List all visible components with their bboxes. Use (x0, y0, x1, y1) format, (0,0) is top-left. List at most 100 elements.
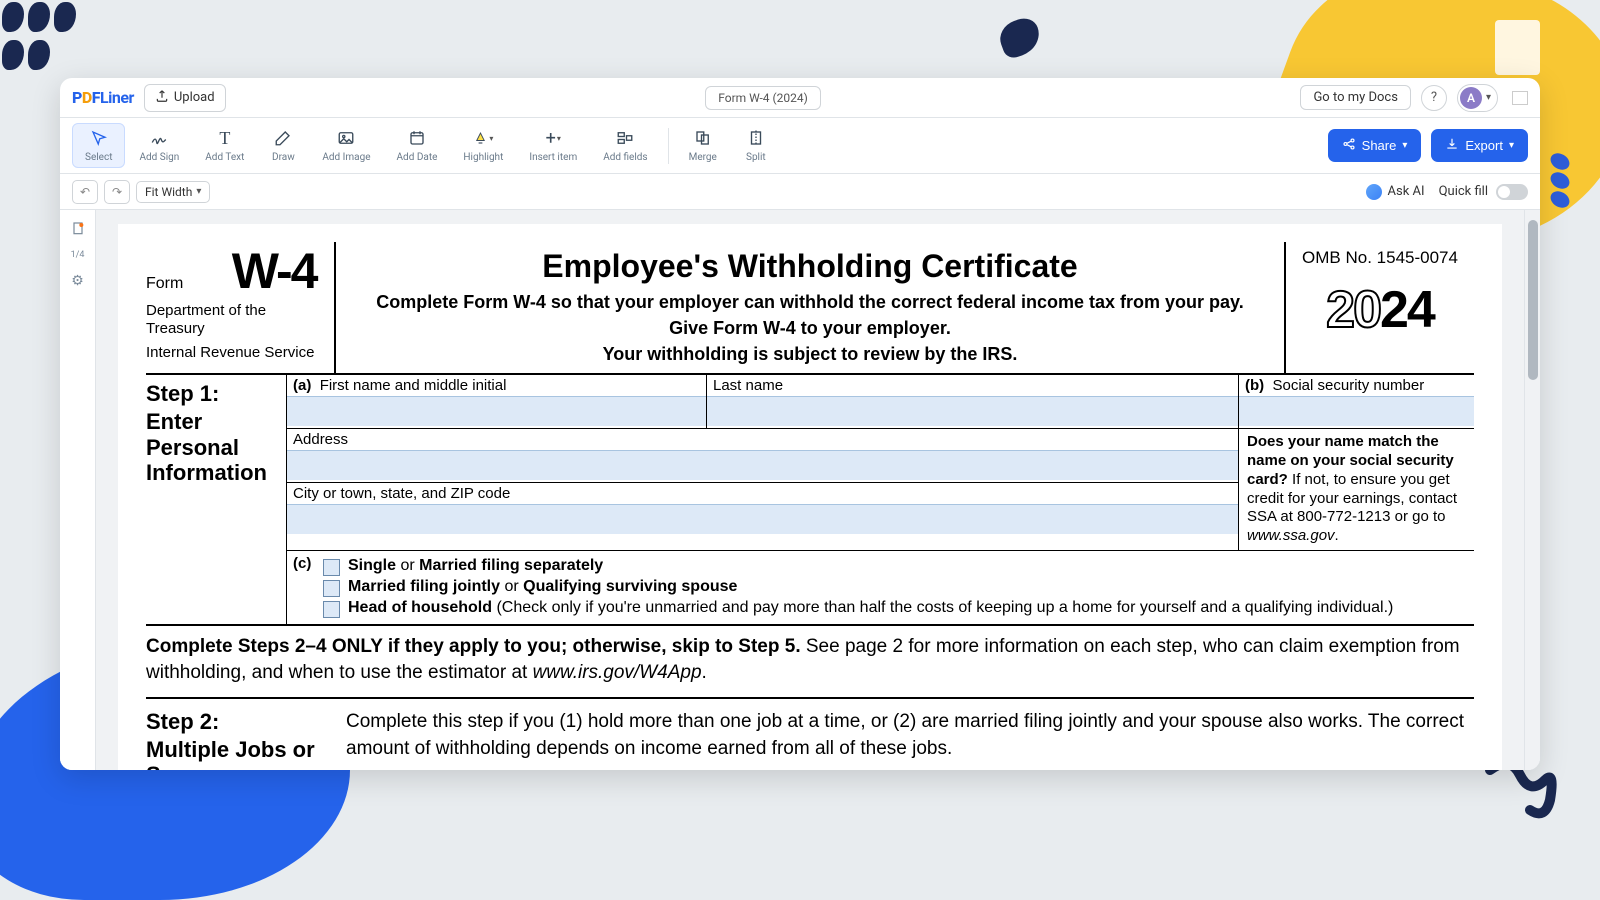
address-column: Address City or town, state, and ZIP cod… (287, 429, 1239, 550)
export-button[interactable]: Export ▾ (1431, 129, 1528, 162)
share-icon (1342, 137, 1356, 154)
document-viewport[interactable]: Form W-4 Department of the Treasury Inte… (96, 210, 1524, 770)
zoom-select[interactable]: Fit Width ▾ (136, 181, 210, 203)
tool-add-text[interactable]: T Add Text (193, 124, 256, 167)
tool-add-fields[interactable]: Add fields (591, 124, 659, 167)
scroll-thumb[interactable] (1528, 220, 1538, 380)
goto-docs-button[interactable]: Go to my Docs (1300, 85, 1411, 110)
steps-note: Complete Steps 2–4 ONLY if they apply to… (146, 626, 1474, 699)
dept-line1: Department of the Treasury (146, 302, 328, 338)
vertical-scrollbar[interactable] (1524, 210, 1540, 770)
checkbox-single[interactable] (323, 559, 340, 576)
checkbox-married[interactable] (323, 580, 340, 597)
ai-icon (1366, 184, 1382, 200)
undo-button[interactable]: ↶ (72, 180, 98, 204)
tool-add-date[interactable]: Add Date (385, 124, 450, 167)
tool-select[interactable]: Select (72, 123, 125, 168)
row-address: Address City or town, state, and ZIP cod… (287, 429, 1474, 550)
ssn-field: (b) Social security number (1239, 375, 1474, 428)
calendar-icon (407, 128, 427, 148)
toggle-switch[interactable] (1496, 184, 1528, 200)
step2-section: Step 2: Multiple Jobs or Spouse Complete… (146, 699, 1474, 770)
city-field: City or town, state, and ZIP code (287, 483, 1238, 536)
last-name-input[interactable] (707, 396, 1238, 426)
chevron-down-icon: ▾ (196, 186, 201, 197)
bg-doc-icon (1495, 20, 1540, 75)
address-field: Address (287, 429, 1238, 483)
toolbar-separator (668, 128, 669, 164)
step1-fields: (a) First name and middle initial Last n… (286, 375, 1474, 624)
signature-icon (149, 128, 169, 148)
form-year: 2024 (1286, 280, 1474, 340)
download-icon (1445, 137, 1459, 154)
subbar: ↶ ↷ Fit Width ▾ Ask AI Quick fill (60, 174, 1540, 210)
omb-number: OMB No. 1545-0074 (1286, 248, 1474, 268)
quick-fill-toggle[interactable]: Quick fill (1439, 184, 1528, 200)
header-bar: PDFLiner Upload Form W-4 (2024) Go to my… (60, 78, 1540, 118)
share-button[interactable]: Share ▾ (1328, 129, 1422, 162)
highlight-icon: ▾ (473, 128, 493, 148)
bg-blob-blue-side (1550, 150, 1580, 200)
split-icon (746, 128, 766, 148)
filing-single-option: Single or Married filing separately (323, 557, 1468, 576)
settings-icon[interactable]: ⚙ (69, 272, 87, 290)
step2-body: Complete this step if you (1) hold more … (346, 709, 1474, 770)
step1-label: Step 1: Enter Personal Information (146, 375, 286, 624)
redo-button[interactable]: ↷ (104, 180, 130, 204)
ask-ai-button[interactable]: Ask AI (1366, 184, 1425, 200)
row-c-filing-status: (c) Single or Married filing separately … (287, 550, 1474, 624)
address-input[interactable] (287, 450, 1238, 480)
pages-panel-icon[interactable] (69, 220, 87, 238)
city-input[interactable] (287, 504, 1238, 534)
chevron-down-icon: ▾ (1509, 140, 1514, 151)
chevron-down-icon: ▾ (1402, 140, 1407, 151)
upload-icon (155, 89, 169, 107)
user-menu[interactable]: A ▾ (1457, 84, 1498, 112)
tool-highlight[interactable]: ▾ Highlight (451, 124, 515, 167)
page-indicator: 1/4 (71, 250, 85, 260)
logo[interactable]: PDFLiner (72, 88, 134, 107)
cursor-icon (89, 128, 109, 148)
tool-add-sign[interactable]: Add Sign (127, 124, 191, 167)
tool-merge[interactable]: Merge (677, 124, 729, 167)
content-area: 1/4 ⚙ Form W-4 Department of the Treasur… (60, 210, 1540, 770)
form-title: Employee's Withholding Certificate (354, 248, 1266, 285)
document-title-badge[interactable]: Form W-4 (2024) (705, 86, 821, 110)
fields-icon (615, 128, 635, 148)
avatar: A (1460, 87, 1482, 109)
checkbox-hoh[interactable] (323, 601, 340, 618)
ssn-note: Does your name match the name on your so… (1239, 429, 1474, 550)
plus-icon: +▾ (543, 128, 563, 148)
first-name-input[interactable] (287, 396, 706, 426)
document-page: Form W-4 Department of the Treasury Inte… (118, 224, 1502, 770)
tool-draw[interactable]: Draw (258, 124, 308, 167)
filing-hoh-option: Head of household (Check only if you're … (323, 599, 1468, 618)
tool-split[interactable]: Split (731, 124, 781, 167)
bg-blob-navy-dot (995, 14, 1045, 61)
pencil-icon (273, 128, 293, 148)
form-header-left: Form W-4 Department of the Treasury Inte… (146, 242, 336, 373)
ssn-input[interactable] (1239, 396, 1474, 426)
left-rail: 1/4 ⚙ (60, 210, 96, 770)
upload-button[interactable]: Upload (144, 84, 226, 112)
help-button[interactable]: ? (1421, 85, 1447, 111)
tool-add-image[interactable]: Add Image (310, 124, 382, 167)
step2-label: Step 2: Multiple Jobs or Spouse (146, 709, 346, 770)
text-icon: T (215, 128, 235, 148)
row-a: (a) First name and middle initial Last n… (287, 375, 1474, 429)
tool-insert-item[interactable]: +▾ Insert item (517, 124, 589, 167)
filing-married-option: Married filing jointly or Qualifying sur… (323, 578, 1468, 597)
first-name-field: (a) First name and middle initial (287, 375, 707, 428)
app-window: PDFLiner Upload Form W-4 (2024) Go to my… (60, 78, 1540, 770)
window-control[interactable] (1512, 91, 1528, 105)
form-header: Form W-4 Department of the Treasury Inte… (146, 242, 1474, 375)
chevron-down-icon: ▾ (1486, 92, 1491, 103)
form-header-center: Employee's Withholding Certificate Compl… (336, 242, 1284, 373)
last-name-field: Last name (707, 375, 1239, 428)
merge-icon (693, 128, 713, 148)
form-header-right: OMB No. 1545-0074 2024 (1284, 242, 1474, 373)
toolbar: Select Add Sign T Add Text Draw Add Imag… (60, 118, 1540, 174)
upload-label: Upload (174, 90, 215, 105)
dept-line2: Internal Revenue Service (146, 344, 328, 362)
image-icon (336, 128, 356, 148)
